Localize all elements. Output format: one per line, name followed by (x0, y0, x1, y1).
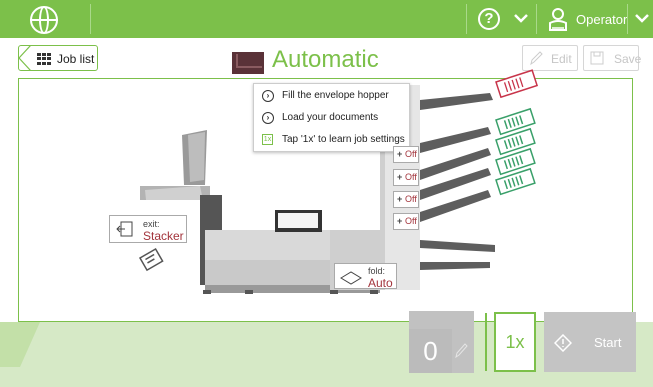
exit-icon (116, 221, 133, 237)
exit-setting[interactable]: exit: Stacker (109, 215, 187, 243)
chevron-right-icon: › (262, 90, 274, 102)
exit-key: exit: (143, 219, 160, 229)
feeder-toggle[interactable]: + Off (393, 191, 419, 208)
chevron-right-icon: › (262, 112, 274, 124)
one-x-button[interactable]: 1x (494, 312, 536, 372)
fold-icon (340, 271, 362, 285)
fold-key: fold: (368, 266, 386, 276)
divider (485, 313, 487, 371)
feeder-toggle[interactable]: + Off (393, 169, 419, 186)
counter-value: 0 (409, 329, 452, 373)
feeder-toggle[interactable]: + Off (393, 146, 419, 163)
start-label: Start (594, 335, 622, 350)
instruction-text: Load your documents (282, 112, 379, 123)
feeder-toggle[interactable]: + Off (393, 213, 419, 230)
pencil-icon[interactable] (454, 341, 468, 359)
instructions-popup: › Fill the envelope hopper › Load your d… (253, 83, 410, 152)
one-x-icon: 1x (262, 134, 273, 145)
start-button[interactable]: Start (544, 312, 636, 372)
instruction-text: Fill the envelope hopper (282, 90, 389, 101)
fold-value: Auto (368, 276, 393, 290)
exit-value: Stacker (143, 229, 184, 243)
counter-widget[interactable]: 0 (409, 311, 474, 373)
instruction-text: Tap '1x' to learn job settings (282, 134, 405, 145)
start-icon (554, 334, 572, 352)
fold-setting[interactable]: fold: Auto (334, 263, 397, 290)
